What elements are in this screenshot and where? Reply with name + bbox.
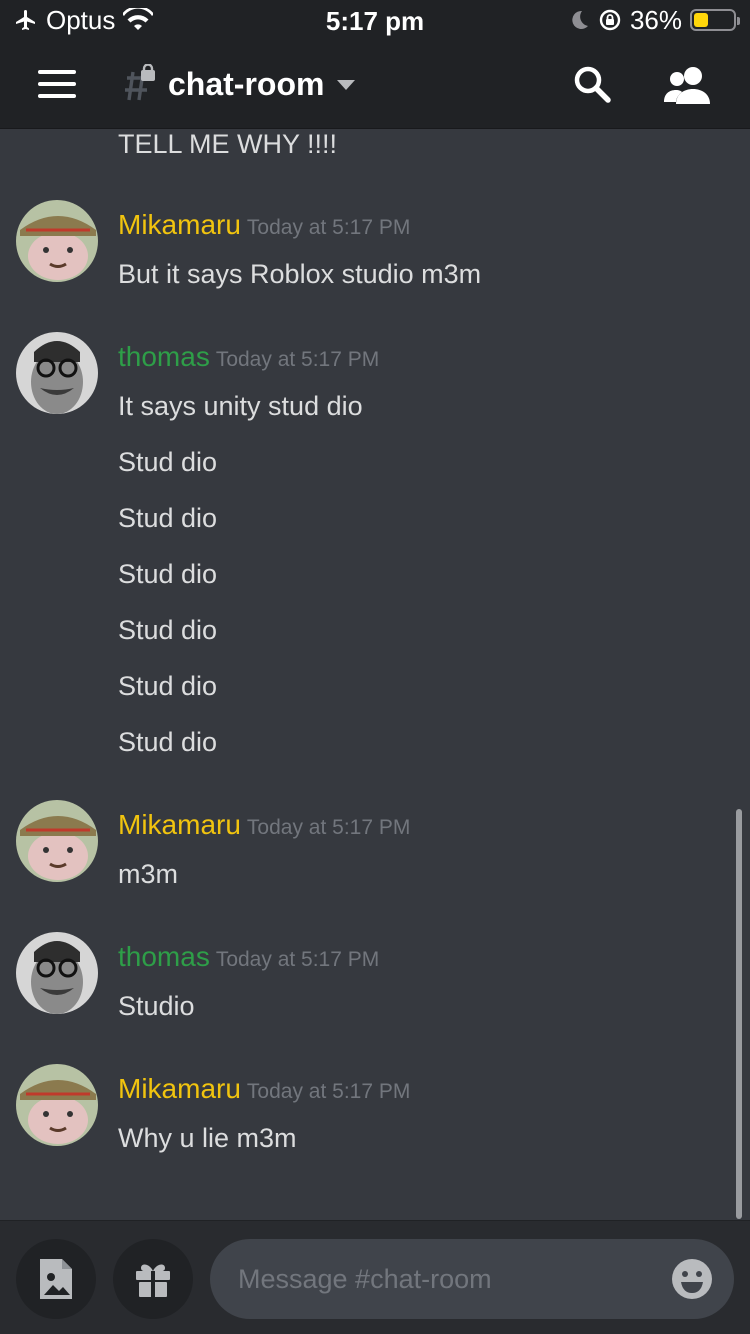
message-text: But it says Roblox studio m3m (118, 259, 482, 289)
message-text: TELL ME WHY !!!! (118, 129, 338, 159)
message-text: m3m (118, 859, 178, 889)
message-text: Stud dio (118, 503, 218, 533)
timestamp: Today at 5:17 PM (215, 948, 380, 971)
chevron-down-icon[interactable] (336, 78, 356, 92)
author-name[interactable]: Mikamaru (118, 209, 241, 240)
message-list[interactable]: TELL ME WHY !!!! Mikamaru Today at 5:17 P… (0, 129, 750, 1220)
rotation-lock-icon (599, 9, 621, 31)
channel-header: chat-room (0, 40, 750, 129)
search-icon[interactable] (572, 64, 612, 104)
message-text: Stud dio (118, 671, 218, 701)
message-text: Stud dio (118, 615, 218, 645)
status-right: 36% (568, 4, 740, 35)
message-header: Mikamaru Today at 5:17 PM (118, 209, 410, 241)
battery-percent: 36% (629, 4, 682, 35)
message-header: thomas Today at 5:17 PM (118, 341, 379, 373)
message-composer (0, 1220, 750, 1334)
author-name[interactable]: thomas (118, 341, 210, 372)
battery-fill (694, 13, 708, 27)
message-header: Mikamaru Today at 5:17 PM (118, 809, 410, 841)
author-name[interactable]: thomas (118, 941, 210, 972)
message-input-box[interactable] (210, 1239, 734, 1319)
timestamp: Today at 5:17 PM (246, 216, 411, 239)
message-text: Studio (118, 991, 195, 1021)
avatar[interactable] (16, 332, 98, 414)
locked-channel-hash-icon (125, 64, 155, 101)
members-icon[interactable] (664, 66, 714, 104)
message-input[interactable] (238, 1239, 658, 1319)
message-header: Mikamaru Today at 5:17 PM (118, 1073, 410, 1105)
avatar[interactable] (16, 1064, 98, 1146)
upload-image-button[interactable] (16, 1239, 96, 1319)
gift-button[interactable] (113, 1239, 193, 1319)
emoji-icon[interactable] (670, 1257, 714, 1301)
channel-name[interactable]: chat-room (168, 66, 324, 103)
author-name[interactable]: Mikamaru (118, 809, 241, 840)
author-name[interactable]: Mikamaru (118, 1073, 241, 1104)
do-not-disturb-moon-icon (572, 10, 588, 29)
message-header: thomas Today at 5:17 PM (118, 941, 379, 973)
message-text: Stud dio (118, 559, 218, 589)
image-upload-icon (40, 1259, 72, 1299)
avatar[interactable] (16, 800, 98, 882)
scrollbar[interactable] (736, 809, 742, 1219)
message-text: Why u lie m3m (118, 1123, 297, 1153)
timestamp: Today at 5:17 PM (246, 1080, 411, 1103)
avatar[interactable] (16, 200, 98, 282)
status-bar: Optus 5:17 pm 36% (0, 0, 750, 40)
battery-icon (690, 9, 740, 31)
timestamp: Today at 5:17 PM (246, 816, 411, 839)
timestamp: Today at 5:17 PM (215, 348, 380, 371)
hamburger-menu-icon[interactable] (38, 70, 76, 98)
message-text: It says unity stud dio (118, 391, 363, 421)
gift-icon (136, 1264, 170, 1297)
message-text: Stud dio (118, 727, 218, 757)
message-text: Stud dio (118, 447, 218, 477)
avatar[interactable] (16, 932, 98, 1014)
